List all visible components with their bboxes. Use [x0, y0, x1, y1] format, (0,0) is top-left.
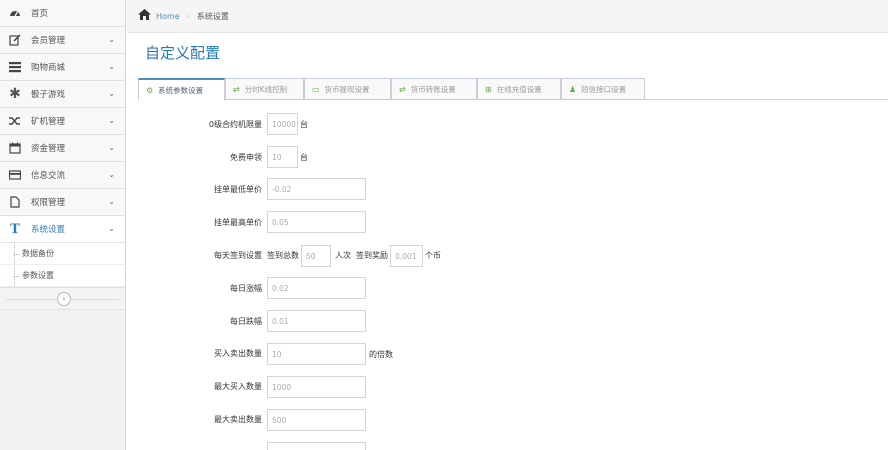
field-label: 最大买入数量 [214, 382, 262, 391]
checkin-total-unit: 人次 [335, 251, 351, 260]
tab-kline-control[interactable]: ⇄ 分时K线控制 [225, 78, 304, 100]
home-icon [138, 9, 151, 23]
breadcrumb-home-link[interactable]: Home [156, 12, 180, 21]
list-icon [9, 61, 21, 73]
daily-fall-input[interactable]: 0.01 [267, 310, 366, 332]
exchange-icon: ⇄ [233, 84, 240, 94]
file-icon [9, 196, 21, 208]
sidebar-item-permissions[interactable]: 权限管理 ⌄ [0, 189, 125, 216]
settings-submenu: 数据备份 参数设置 [0, 243, 125, 288]
collapse-sidebar-button[interactable]: « [57, 292, 71, 306]
min-order-price-input[interactable]: -0.02 [267, 178, 366, 200]
sidebar-item-members[interactable]: 会员管理 ⌄ [0, 27, 125, 54]
field-label: 每日涨幅 [230, 284, 262, 293]
trade-multiple-input[interactable]: 10 [267, 343, 366, 365]
field-unit: 台 [300, 153, 308, 162]
max-buy-input[interactable]: 1000 [267, 376, 366, 398]
random-icon [9, 115, 21, 127]
sidebar-item-label: 首页 [31, 9, 49, 19]
free-claim-input[interactable]: 10 [267, 146, 298, 168]
text-width-icon: T [10, 221, 20, 237]
tab-label: 系统参数设置 [158, 85, 204, 95]
sidebar-item-messages[interactable]: 信息交流 ⌄ [0, 162, 125, 189]
checkin-reward-label: 签到奖励 [356, 251, 388, 260]
sidebar: 首页 会员管理 ⌄ 购物商城 ⌄ ✱ 骰子游戏 ⌄ 矿机管理 ⌄ 资金管理 ⌄ [0, 0, 126, 450]
calendar-icon [9, 142, 21, 154]
chevron-down-icon: ⌄ [108, 143, 115, 152]
tab-recharge-settings[interactable]: ⊞ 在线充值设置 [477, 78, 561, 100]
chevron-down-icon: ⌄ [108, 35, 115, 44]
field-label: 挂单最高单价 [214, 218, 262, 227]
sidebar-item-home[interactable]: 首页 [0, 0, 125, 27]
chevron-down-icon: ⌄ [108, 89, 115, 98]
user-icon: ♟ [569, 84, 577, 94]
checkin-reward-unit: 个币 [425, 251, 441, 260]
dashboard-icon [9, 7, 21, 19]
tab-label: 短信接口设置 [581, 84, 627, 94]
asterisk-icon: ✱ [9, 86, 21, 102]
sidebar-item-shop[interactable]: 购物商城 ⌄ [0, 54, 125, 81]
daily-rise-input[interactable]: 0.02 [267, 277, 366, 299]
checkin-reward-input[interactable]: 0.001 [390, 245, 423, 267]
checkin-total-input[interactable]: 50 [301, 245, 331, 267]
edit-icon [9, 34, 21, 46]
field-label: 每天签到设置 [214, 251, 262, 260]
tab-label: 分时K线控制 [244, 84, 288, 94]
breadcrumb-separator: › [186, 11, 190, 21]
max-sell-input[interactable]: 500 [267, 409, 366, 431]
next-field-input[interactable] [267, 442, 366, 450]
credit-card-icon: ▭ [312, 84, 320, 94]
tab-label: 在线充值设置 [496, 84, 542, 94]
field-label: 买入卖出数量 [214, 349, 262, 358]
breadcrumb: Home › 系统设置 [127, 0, 888, 33]
sidebar-subitem-params[interactable]: 参数设置 [0, 265, 125, 287]
tab-system-params[interactable]: ⚙ 系统参数设置 [138, 78, 225, 101]
sidebar-item-funds[interactable]: 资金管理 ⌄ [0, 135, 125, 162]
chevron-down-icon: ⌄ [108, 170, 115, 179]
field-label: 挂单最低单价 [214, 185, 262, 194]
machine-limit-input[interactable]: 10000 [267, 113, 298, 135]
tab-withdraw-settings[interactable]: ▭ 货币提现设置 [304, 78, 391, 100]
chevron-down-icon: ⌄ [108, 197, 115, 206]
checkin-total-label: 签到总数 [267, 251, 299, 260]
page-title: 自定义配置 [145, 44, 221, 62]
sidebar-item-miners[interactable]: 矿机管理 ⌄ [0, 108, 125, 135]
settings-tabs: ⚙ 系统参数设置 ⇄ 分时K线控制 ▭ 货币提现设置 ⇄ 货币转账设置 ⊞ 在线… [138, 78, 888, 101]
tab-transfer-settings[interactable]: ⇄ 货币转账设置 [391, 78, 477, 100]
field-label: 最大卖出数量 [214, 415, 262, 424]
sidebar-item-dice[interactable]: ✱ 骰子游戏 ⌄ [0, 81, 125, 108]
cogs-icon: ⚙ [146, 85, 154, 95]
breadcrumb-current: 系统设置 [196, 11, 229, 21]
tab-sms-settings[interactable]: ♟ 短信接口设置 [561, 78, 645, 100]
field-unit: 台 [300, 120, 308, 129]
chevron-down-icon: ⌄ [108, 62, 115, 71]
tab-label: 货币转账设置 [410, 84, 456, 94]
field-label: 0级合约机限量 [208, 120, 262, 129]
field-unit: 的倍数 [369, 350, 393, 359]
field-label: 每日跌幅 [230, 317, 262, 326]
sidebar-item-settings[interactable]: T 系统设置 ⌄ [0, 216, 125, 243]
credit-card-icon [9, 169, 21, 181]
tab-label: 货币提现设置 [324, 84, 370, 94]
plus-square-icon: ⊞ [485, 84, 492, 94]
sidebar-collapse-bar: « [0, 288, 125, 310]
sidebar-subitem-backup[interactable]: 数据备份 [0, 243, 125, 265]
exchange-icon: ⇄ [399, 84, 406, 94]
field-label: 免费申领 [230, 153, 262, 162]
max-order-price-input[interactable]: 0.05 [267, 211, 366, 233]
